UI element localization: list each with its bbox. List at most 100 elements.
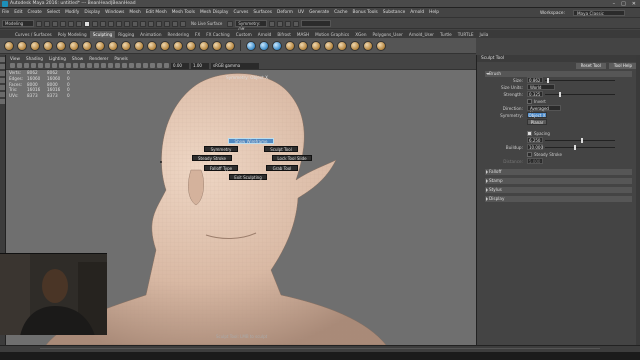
erase-tool-icon[interactable] bbox=[298, 40, 308, 51]
shelf-tab-custom[interactable]: Custom bbox=[233, 31, 255, 38]
spacing-checkbox[interactable] bbox=[527, 131, 532, 136]
viewport-menu-view[interactable]: View bbox=[10, 56, 20, 61]
film-gate-icon[interactable] bbox=[45, 63, 50, 68]
shelf-tab-turtle-2[interactable]: TURTLE bbox=[455, 31, 477, 38]
direction-dropdown[interactable]: Averaged Normal bbox=[527, 105, 561, 116]
magnet-icon[interactable] bbox=[180, 20, 186, 27]
marking-menu-steady-stroke[interactable]: Steady Stroke bbox=[192, 155, 232, 161]
menu-help[interactable]: Help bbox=[429, 10, 439, 15]
menu-set-dropdown[interactable]: Modeling bbox=[2, 20, 34, 27]
grid-icon[interactable] bbox=[38, 63, 43, 68]
panel-tabs-strip[interactable] bbox=[636, 55, 640, 345]
shelf-tab-rigging[interactable]: Rigging bbox=[115, 31, 137, 38]
layer-icon[interactable] bbox=[350, 40, 360, 51]
scrape-tool-icon[interactable] bbox=[147, 40, 157, 51]
shelf-tab-sculpting[interactable]: Sculpting bbox=[89, 31, 116, 38]
marking-menu-exit-sculpting[interactable]: Exit Sculpting bbox=[229, 174, 267, 180]
shelf-tab-mash[interactable]: MASH bbox=[294, 31, 312, 38]
motion-blur-icon[interactable] bbox=[129, 63, 134, 68]
snap-grid-icon[interactable] bbox=[100, 20, 106, 27]
shelf-tab-motion-graphics[interactable]: Motion Graphics bbox=[312, 31, 352, 38]
clone-tool-icon[interactable] bbox=[311, 40, 321, 51]
anti-alias-icon[interactable] bbox=[136, 63, 141, 68]
spacing-slider[interactable] bbox=[545, 140, 615, 141]
shelf-tab-rendering[interactable]: Rendering bbox=[165, 31, 192, 38]
channel-box-icon[interactable] bbox=[293, 20, 300, 27]
workspace-dropdown[interactable]: Maya Classic bbox=[572, 10, 625, 16]
shelf-tab-turtle[interactable]: Turtle bbox=[437, 31, 455, 38]
bookmark-icon[interactable] bbox=[24, 63, 29, 68]
lights-icon[interactable] bbox=[108, 63, 113, 68]
shelf-tab-animation[interactable]: Animation bbox=[137, 31, 164, 38]
menu-modify[interactable]: Modify bbox=[65, 10, 79, 15]
relax-tool-icon[interactable] bbox=[30, 40, 40, 51]
marking-menu-lock-tool-slide[interactable]: Lock Tool Slide bbox=[272, 155, 312, 161]
snap-curve-icon[interactable] bbox=[108, 20, 114, 27]
mask-tool-icon[interactable] bbox=[324, 40, 334, 51]
menu-edit[interactable]: Edit bbox=[14, 10, 22, 15]
image-plane-icon[interactable] bbox=[31, 63, 36, 68]
foamy-tool-icon[interactable] bbox=[82, 40, 92, 51]
scale-tool-icon[interactable] bbox=[0, 92, 5, 97]
steady-stroke-checkbox[interactable] bbox=[527, 152, 532, 157]
knife-tool-icon[interactable] bbox=[173, 40, 183, 51]
strength-slider[interactable] bbox=[545, 94, 615, 95]
menu-mesh-display[interactable]: Mesh Display bbox=[200, 10, 229, 15]
ipr-render-icon[interactable] bbox=[156, 20, 162, 27]
fill-tool-icon[interactable] bbox=[160, 40, 170, 51]
spacing-field[interactable]: 6.250 bbox=[527, 137, 543, 143]
shelf-tab-arnold-user[interactable]: Arnold_User bbox=[406, 31, 437, 38]
menu-curves[interactable]: Curves bbox=[233, 10, 248, 15]
gate-mask-icon[interactable] bbox=[59, 63, 64, 68]
backface-icon[interactable] bbox=[164, 63, 169, 68]
history-icon[interactable] bbox=[132, 20, 138, 27]
reset-tool-button[interactable]: Reset Tool bbox=[575, 63, 606, 69]
menu-create[interactable]: Create bbox=[28, 10, 42, 15]
bulge-tool-icon[interactable] bbox=[199, 40, 209, 51]
unfreeze-icon[interactable] bbox=[259, 40, 269, 51]
size-units-dropdown[interactable]: World bbox=[527, 84, 555, 90]
maximize-icon[interactable]: □ bbox=[621, 1, 626, 7]
convert-to-frozen-icon[interactable] bbox=[246, 40, 256, 51]
xray-joints-icon[interactable] bbox=[157, 63, 162, 68]
menu-arnold[interactable]: Arnold bbox=[410, 10, 424, 15]
field-chart-icon[interactable] bbox=[66, 63, 71, 68]
subdivide-icon[interactable] bbox=[376, 40, 386, 51]
near-clip-field[interactable]: 0.00 bbox=[171, 62, 189, 69]
pinch-tool-icon[interactable] bbox=[56, 40, 66, 51]
tool-settings-icon[interactable] bbox=[285, 20, 292, 27]
size-slider[interactable] bbox=[545, 80, 615, 81]
menu-display[interactable]: Display bbox=[84, 10, 100, 15]
strength-slider-handle[interactable] bbox=[559, 92, 561, 97]
hypershade-icon[interactable] bbox=[172, 20, 178, 27]
minimize-icon[interactable]: – bbox=[613, 1, 616, 7]
undo-icon[interactable] bbox=[60, 20, 66, 27]
size-field[interactable]: 0.862 bbox=[527, 77, 543, 83]
menu-windows[interactable]: Windows bbox=[105, 10, 124, 15]
smooth-target-icon[interactable] bbox=[337, 40, 347, 51]
freeze-tool-icon[interactable] bbox=[225, 40, 235, 51]
smear-tool-icon[interactable] bbox=[186, 40, 196, 51]
snap-point-icon[interactable] bbox=[116, 20, 122, 27]
new-scene-icon[interactable] bbox=[36, 20, 42, 27]
buildup-field[interactable]: 10.000 bbox=[527, 144, 543, 150]
ambient-occlusion-icon[interactable] bbox=[122, 63, 127, 68]
attribute-editor-icon[interactable] bbox=[277, 20, 284, 27]
mirror-icon[interactable] bbox=[363, 40, 373, 51]
marking-menu-falloff-type[interactable]: Falloff Type bbox=[204, 165, 238, 171]
display-section-header[interactable]: Display bbox=[485, 196, 632, 202]
resolution-gate-icon[interactable] bbox=[52, 63, 57, 68]
smooth-tool-icon[interactable] bbox=[17, 40, 27, 51]
grab-tool-icon[interactable] bbox=[43, 40, 53, 51]
redo-icon[interactable] bbox=[68, 20, 74, 27]
select-tool-icon[interactable] bbox=[0, 57, 5, 62]
open-scene-icon[interactable] bbox=[44, 20, 50, 27]
wireframe-on-shaded-icon[interactable] bbox=[94, 63, 99, 68]
shelf-tab-curves-surfaces[interactable]: Curves / Surfaces bbox=[12, 31, 55, 38]
select-hierarchy-icon[interactable] bbox=[76, 20, 82, 27]
color-space-dropdown[interactable]: sRGB gamma bbox=[211, 62, 259, 69]
falloff-section-header[interactable]: Falloff bbox=[485, 169, 632, 175]
close-icon[interactable]: ✕ bbox=[632, 1, 636, 7]
repeat-tool-icon[interactable] bbox=[108, 40, 118, 51]
stylus-section-header[interactable]: Stylus bbox=[485, 187, 632, 193]
